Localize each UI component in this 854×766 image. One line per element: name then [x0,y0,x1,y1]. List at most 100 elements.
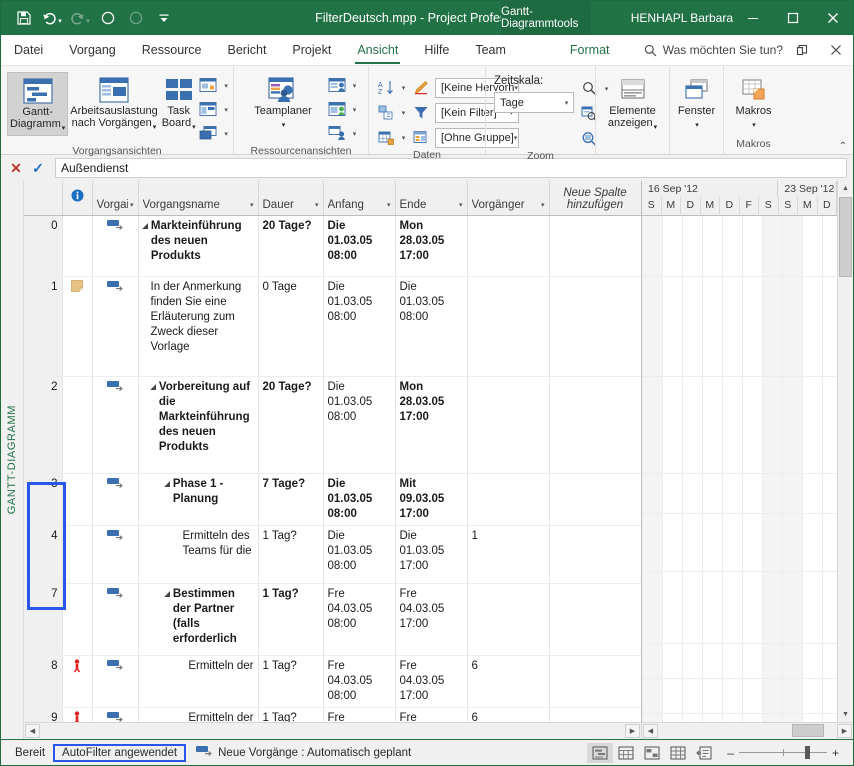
collapse-triangle-icon[interactable]: ◢ [151,380,156,395]
chevron-down-icon[interactable]: ▾ [654,124,658,131]
chevron-down-icon[interactable]: ▾ [399,134,408,142]
predecessors-cell[interactable] [467,376,550,474]
row-number-cell[interactable]: 8 [24,655,63,708]
task-board-button[interactable]: Task Board▾ [160,72,198,134]
scroll-down-arrow-icon[interactable]: ▼ [838,707,853,722]
chevron-down-icon[interactable]: ▾ [250,201,254,211]
chevron-down-icon[interactable]: ▾ [562,99,571,107]
duration-cell[interactable]: 1 Tag? [258,583,324,656]
duration-cell[interactable]: 0 Tage [258,276,324,377]
start-cell[interactable]: Fre 04.03.05 08:00 [323,707,396,722]
timescale-combo[interactable]: Tage ▾ [494,92,574,113]
calendar-view-button[interactable]: ▾ [198,98,231,121]
indicator-cell[interactable] [62,215,93,277]
add-new-cell[interactable] [549,655,641,708]
chevron-down-icon[interactable]: ▾ [192,124,196,131]
show-details-button[interactable]: Elemente anzeigen▾ [602,72,663,134]
add-new-cell[interactable] [549,215,641,277]
start-cell[interactable]: Die 01.03.05 08:00 [323,376,396,474]
duration-cell[interactable]: 1 Tag? [258,655,324,708]
tab-bericht[interactable]: Bericht [215,35,280,65]
task-mode-column-header[interactable]: Vorgai ▾ [92,181,139,216]
tables-button[interactable]: ▾ [375,126,408,149]
predecessors-cell[interactable]: 6 [467,655,550,708]
horizontal-scroll-thumb[interactable] [792,724,824,737]
scroll-left-arrow-icon[interactable]: ◀ [25,724,40,738]
zoom-slider-thumb[interactable] [804,746,810,759]
predecessors-cell[interactable] [467,583,550,656]
scroll-left-arrow-icon[interactable]: ◀ [643,724,658,738]
indicators-column-header[interactable] [62,181,93,216]
task-usage-button[interactable]: Arbeitsauslastung nach Vorgängen▾ [68,72,159,134]
task-name-column-header[interactable]: Vorgangsname ▾ [138,181,259,216]
chevron-down-icon[interactable]: ▾ [459,201,463,211]
zoom-out-button[interactable]: – [727,746,734,760]
duration-cell[interactable]: 1 Tag? [258,707,324,722]
chevron-down-icon[interactable]: ▾ [315,201,319,211]
start-cell[interactable]: Fre 04.03.05 08:00 [323,655,396,708]
team-planner-button[interactable]: Teamplaner ▾ [240,72,326,132]
chevron-down-icon[interactable]: ▾ [350,106,359,114]
row-number-cell[interactable]: 7 [24,583,63,656]
table-row[interactable]: 9 Ermitteln der 1 Tag? Fre Fre 6 [24,707,641,722]
predecessors-cell[interactable] [467,215,550,277]
table-row[interactable]: 2 ◢ Vorbereitung auf die Markteinführung … [24,376,641,474]
chevron-down-icon[interactable]: ▾ [62,125,66,132]
vertical-scrollbar[interactable]: ▲ ▼ [837,181,853,722]
indicator-cell[interactable] [62,376,93,474]
add-new-cell[interactable] [549,376,641,474]
task-name-cell[interactable]: ◢ Vorbereitung auf die Markteinführung de… [138,376,259,474]
predecessors-cell[interactable]: 6 [467,707,550,722]
finish-cell[interactable]: Fre 04.03.05 17:00 [395,655,468,708]
indicator-cell[interactable] [62,276,93,377]
table-row[interactable]: 4 Ermitteln des Teams für die 1 Tag? Die… [24,525,641,584]
restore-ribbon-button[interactable] [785,35,819,65]
duration-cell[interactable]: 20 Tage? [258,376,324,474]
add-new-cell[interactable] [549,583,641,656]
close-button[interactable] [813,1,853,35]
indicator-cell[interactable] [62,525,93,584]
table-row[interactable]: 1 In der Anmerkung finden Sie eine Erläu… [24,276,641,377]
chevron-down-icon[interactable]: ▾ [350,130,359,138]
task-name-cell[interactable]: ◢ Phase 1 - Planung [138,473,259,526]
maximize-button[interactable] [773,1,813,35]
circle-icon[interactable] [95,6,121,30]
start-cell[interactable]: Die 01.03.05 08:00 [323,473,396,526]
task-mode-cell[interactable] [92,525,139,584]
chevron-down-icon[interactable]: ▾ [752,120,756,132]
zoom-slider[interactable]: – + [717,746,847,760]
zoom-in-button[interactable]: + [832,746,839,760]
table-row[interactable]: 7 ◢ Bestimmen der Partner (falls erforder… [24,583,641,656]
save-icon[interactable] [11,6,37,30]
team-planner-view-button[interactable] [639,743,665,763]
predecessors-cell[interactable]: 1 [467,525,550,584]
task-mode-cell[interactable] [92,707,139,722]
gantt-chart-button[interactable]: Gantt- Diagramm▾ [7,72,69,136]
add-new-cell[interactable] [549,525,641,584]
row-number-cell[interactable]: 2 [24,376,63,474]
add-new-column-header[interactable]: Neue Spalte hinzufügen [549,181,641,216]
other-resource-views-button[interactable]: ▾ [326,122,359,145]
add-new-cell[interactable] [549,473,641,526]
status-autofilter[interactable]: AutoFilter angewendet [53,743,187,762]
table-horizontal-scrollbar[interactable]: ◀ ▶ [24,723,642,739]
indicator-cell[interactable] [62,583,93,656]
scroll-right-arrow-icon[interactable]: ▶ [837,724,852,738]
resource-sheet-button[interactable]: ▾ [326,98,359,121]
row-number-cell[interactable]: 4 [24,525,63,584]
window-button[interactable]: Fenster ▾ [676,72,717,132]
tab-datei[interactable]: Datei [1,35,56,65]
task-mode-cell[interactable] [92,376,139,474]
chevron-down-icon[interactable]: ▾ [350,82,359,90]
finish-column-header[interactable]: Ende ▾ [395,181,468,216]
start-column-header[interactable]: Anfang ▾ [323,181,396,216]
chevron-down-icon[interactable]: ▾ [282,120,286,132]
task-table-pane[interactable]: Vorgai▾ Vorgangsname▾ Dauer▾ Anfang▾ [24,181,642,722]
close-document-button[interactable] [819,35,853,65]
view-bar[interactable]: GANTT-DIAGRAMM [1,181,24,739]
task-mode-cell[interactable] [92,473,139,526]
row-number-cell[interactable]: 9 [24,707,63,722]
chevron-down-icon[interactable]: ▾ [695,120,699,132]
task-mode-cell[interactable] [92,276,139,377]
gantt-bars-area[interactable] [642,216,837,722]
